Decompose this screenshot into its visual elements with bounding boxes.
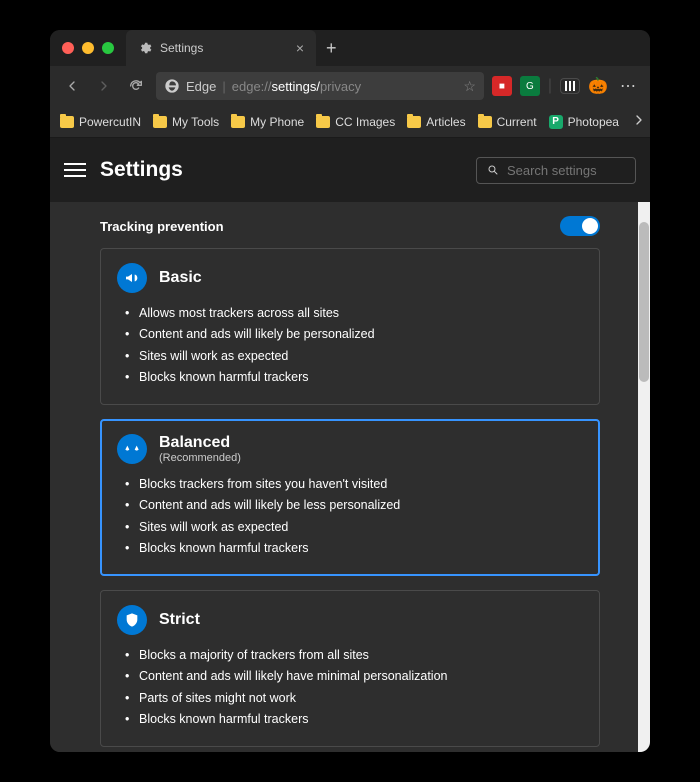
- balance-icon: [117, 434, 147, 464]
- shield-icon: [117, 605, 147, 635]
- minimize-window-button[interactable]: [82, 42, 94, 54]
- tracking-option-balanced[interactable]: Balanced (Recommended) Blocks trackers f…: [100, 419, 600, 576]
- bookmark-item[interactable]: Articles: [407, 115, 465, 129]
- tracking-option-basic[interactable]: Basic Allows most trackers across all si…: [100, 248, 600, 405]
- browser-label: Edge: [186, 79, 216, 94]
- folder-icon: [231, 116, 245, 128]
- tab-title: Settings: [160, 41, 203, 55]
- settings-content: Tracking prevention Basic Allows most tr…: [50, 202, 650, 752]
- close-window-button[interactable]: [62, 42, 74, 54]
- profile-icon[interactable]: 🎃: [588, 76, 608, 96]
- scrollbar[interactable]: [638, 202, 650, 752]
- option-title: Strict: [159, 611, 200, 629]
- browser-window: Settings × + Edge | edge://settings/priv…: [50, 30, 650, 752]
- titlebar: Settings × +: [50, 30, 650, 66]
- bookmark-item[interactable]: PPhotopea: [549, 115, 619, 129]
- more-menu-button[interactable]: ⋯: [616, 76, 640, 96]
- favorite-icon[interactable]: ☆: [463, 78, 476, 95]
- folder-icon: [478, 116, 492, 128]
- option-title: Basic: [159, 269, 202, 287]
- extension-icon-1[interactable]: ■: [492, 76, 512, 96]
- bookmark-item[interactable]: Current: [478, 115, 537, 129]
- search-settings-input[interactable]: [476, 157, 636, 184]
- option-title: Balanced: [159, 434, 241, 452]
- bookmark-item[interactable]: My Tools: [153, 115, 219, 129]
- toolbar: Edge | edge://settings/privacy ☆ ■ G | 🎃…: [50, 66, 650, 106]
- extension-icon-2[interactable]: G: [520, 76, 540, 96]
- folder-icon: [60, 116, 74, 128]
- section-header-row: Tracking prevention: [100, 216, 600, 236]
- folder-icon: [153, 116, 167, 128]
- hamburger-menu-button[interactable]: [64, 159, 86, 181]
- option-bullets: Allows most trackers across all sites Co…: [117, 303, 583, 388]
- url-text: edge://settings/privacy: [232, 79, 361, 94]
- close-tab-button[interactable]: ×: [296, 40, 304, 56]
- tracking-option-strict[interactable]: Strict Blocks a majority of trackers fro…: [100, 590, 600, 747]
- browser-tab[interactable]: Settings ×: [126, 30, 316, 66]
- folder-icon: [407, 116, 421, 128]
- maximize-window-button[interactable]: [102, 42, 114, 54]
- forward-button[interactable]: [92, 74, 116, 98]
- section-title: Tracking prevention: [100, 219, 224, 234]
- megaphone-icon: [117, 263, 147, 293]
- option-bullets: Blocks a majority of trackers from all s…: [117, 645, 583, 730]
- gear-icon: [138, 41, 152, 55]
- bookmarks-overflow-button[interactable]: [631, 112, 647, 131]
- tracking-prevention-toggle[interactable]: [560, 216, 600, 236]
- back-button[interactable]: [60, 74, 84, 98]
- bookmark-item[interactable]: My Phone: [231, 115, 304, 129]
- search-icon: [487, 163, 499, 177]
- bookmarks-bar: PowercutIN My Tools My Phone CC Images A…: [50, 106, 650, 138]
- edge-icon: [164, 78, 180, 94]
- photopea-icon: P: [549, 115, 563, 129]
- page-title: Settings: [100, 158, 183, 182]
- refresh-button[interactable]: [124, 74, 148, 98]
- folder-icon: [316, 116, 330, 128]
- option-bullets: Blocks trackers from sites you haven't v…: [117, 474, 583, 559]
- address-bar[interactable]: Edge | edge://settings/privacy ☆: [156, 72, 484, 100]
- option-subtitle: (Recommended): [159, 452, 241, 464]
- new-tab-button[interactable]: +: [316, 38, 347, 59]
- window-controls: [50, 42, 126, 54]
- bookmark-item[interactable]: PowercutIN: [60, 115, 141, 129]
- settings-header: Settings: [50, 138, 650, 202]
- search-field[interactable]: [507, 163, 625, 178]
- favorites-icon[interactable]: [560, 78, 580, 94]
- scrollbar-thumb[interactable]: [639, 222, 649, 382]
- bookmark-item[interactable]: CC Images: [316, 115, 395, 129]
